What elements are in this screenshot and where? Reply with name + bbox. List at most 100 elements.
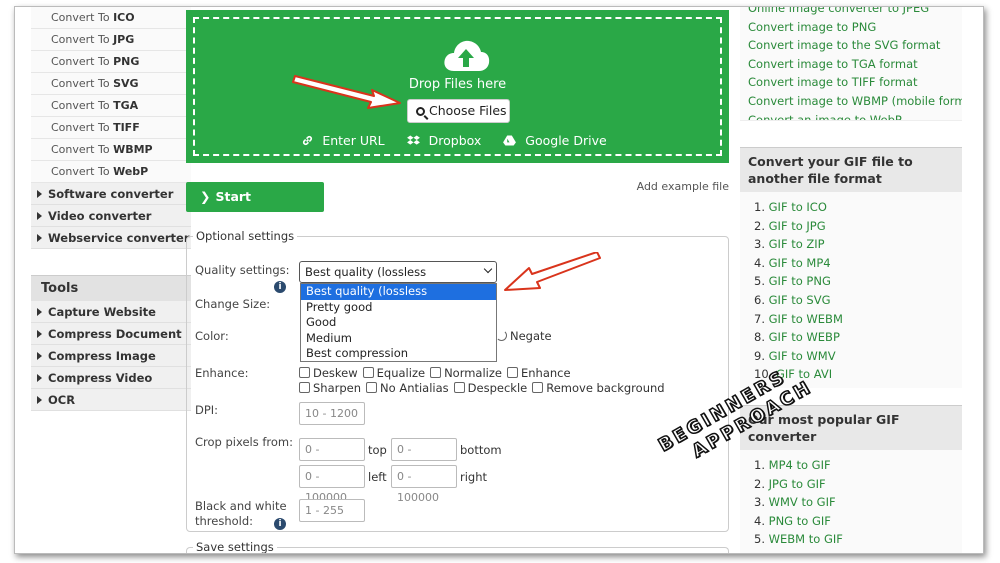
bw-threshold-input[interactable]: 1 - 255 <box>299 499 365 522</box>
add-example-file-link[interactable]: Add example file <box>637 180 729 193</box>
converter-list-item[interactable]: 2. GIF to JPG <box>754 217 954 236</box>
enhance-option[interactable]: Normalize <box>430 366 502 380</box>
converter-list-item[interactable]: 8. GIF to WEBP <box>754 328 954 347</box>
negate-option[interactable]: Negate <box>496 329 552 343</box>
convert-prefix: Convert To <box>51 33 114 46</box>
link-icon <box>303 135 313 146</box>
quality-option[interactable]: Best quality (lossless compression) <box>301 284 496 314</box>
converter-link-label: GIF to JPG <box>768 218 826 233</box>
converter-list-item[interactable]: 3. GIF to ZIP <box>754 235 954 254</box>
sidebar-convert-item[interactable]: Convert To JPG <box>31 29 191 51</box>
sidebar-tool-item[interactable]: Capture Website <box>31 301 191 323</box>
crop-bottom-input[interactable]: 0 - 100000 <box>391 438 457 477</box>
quality-option[interactable]: Medium <box>301 331 496 347</box>
checkbox[interactable] <box>532 382 544 393</box>
enhance-option[interactable]: Equalize <box>362 366 425 380</box>
converter-list-item[interactable]: 2. JPG to GIF <box>754 475 954 494</box>
quality-settings-label: Quality settings: <box>195 263 290 277</box>
converter-list-item[interactable]: 1. GIF to ICO <box>754 198 954 217</box>
sidebar-category-item[interactable]: Software converter <box>31 183 191 205</box>
enter-url-link[interactable]: Enter URL <box>302 133 390 148</box>
converter-link-label: WMV to GIF <box>768 495 836 510</box>
converter-list-item[interactable]: 7. GIF to WEBM <box>754 310 954 329</box>
converter-list-item[interactable]: 4. GIF to MP4 <box>754 254 954 273</box>
convert-format: ICO <box>113 11 135 24</box>
image-converter-link[interactable]: Convert image to TGA format <box>748 55 954 74</box>
enhance-row-1: Deskew Equalize Normalize Enhance <box>299 366 576 380</box>
google-drive-link[interactable]: Google Drive <box>503 133 612 148</box>
image-converter-link[interactable]: Convert image to PNG <box>748 18 954 37</box>
file-drop-zone[interactable]: Drop Files here Choose Files Enter URL D… <box>186 10 729 163</box>
sidebar-convert-item[interactable]: Convert To TIFF <box>31 117 191 139</box>
annotation-arrow-choose-files <box>292 75 401 109</box>
converter-list-item[interactable]: 5. GIF to PNG <box>754 272 954 291</box>
start-conversion-button[interactable]: ❯ Start conversion <box>186 182 324 234</box>
category-label: Webservice converter <box>48 231 190 245</box>
checkbox[interactable] <box>366 382 378 393</box>
choose-files-button[interactable]: Choose Files <box>407 99 510 123</box>
converter-list-item[interactable]: 1. MP4 to GIF <box>754 456 954 475</box>
info-icon[interactable]: i <box>274 518 286 530</box>
quality-option[interactable]: Best compression <box>301 346 496 362</box>
sidebar-tool-item[interactable]: Compress Image <box>31 345 191 367</box>
converter-link-label: GIF to ICO <box>768 200 827 214</box>
convert-prefix: Convert To <box>51 143 114 156</box>
caret-right-icon <box>37 352 42 360</box>
crop-left-input[interactable]: 0 - 100000 <box>299 465 365 504</box>
left-sidebar: Convert To ICO Convert To JPG Convert To P… <box>31 7 191 411</box>
converter-list-item[interactable]: 4. PNG to GIF <box>754 512 954 531</box>
sidebar-convert-item[interactable]: Convert To PNG <box>31 51 191 73</box>
sidebar-tool-item[interactable]: Compress Video <box>31 367 191 389</box>
sidebar-convert-item[interactable]: Convert To TGA <box>31 95 191 117</box>
converter-list-item[interactable]: 3. WMV to GIF <box>754 493 954 512</box>
list-number: 6. <box>754 292 769 307</box>
sidebar-convert-item[interactable]: Convert To WBMP <box>31 139 191 161</box>
image-converter-link[interactable]: Convert image to the SVG format <box>748 36 954 55</box>
convert-format: JPG <box>113 33 135 46</box>
info-icon[interactable]: i <box>274 281 286 293</box>
sidebar-category-item[interactable]: Webservice converter <box>31 227 191 249</box>
list-number: 2. <box>754 476 769 491</box>
list-number: 4. <box>754 255 769 270</box>
image-converter-link[interactable]: Convert an image to WebP <box>748 111 954 120</box>
converter-list-item[interactable]: 5. WEBM to GIF <box>754 530 954 549</box>
enhance-option[interactable]: No Antialias <box>366 381 449 395</box>
checkbox[interactable] <box>299 382 310 393</box>
crop-right-input[interactable]: 0 - 100000 <box>391 465 457 504</box>
checkbox[interactable] <box>362 367 374 378</box>
checkbox[interactable] <box>453 382 465 393</box>
enhance-option[interactable]: Sharpen <box>299 381 361 395</box>
sidebar-category-item[interactable]: Video converter <box>31 205 191 227</box>
converter-list-item[interactable]: 6. AVI to GIF <box>754 549 954 553</box>
dropbox-link[interactable]: Dropbox <box>406 133 488 148</box>
checkbox[interactable] <box>430 367 442 378</box>
enhance-option[interactable]: Enhance <box>506 366 571 380</box>
sidebar-convert-item[interactable]: Convert To ICO <box>31 7 191 29</box>
sidebar-tool-item[interactable]: Compress Document <box>31 323 191 345</box>
sidebar-tool-item[interactable]: OCR <box>31 389 191 411</box>
image-converter-link[interactable]: Convert image to TIFF format <box>748 73 954 92</box>
checkbox[interactable] <box>299 367 310 378</box>
checkbox[interactable] <box>506 367 518 378</box>
converter-link-label: GIF to WEBM <box>768 311 843 326</box>
image-converter-link[interactable]: Online image converter to JPEG <box>748 7 954 18</box>
crop-left-label: left <box>368 470 387 484</box>
enhance-label: Enhance: <box>195 366 249 380</box>
enhance-option[interactable]: Despeckle <box>453 381 527 395</box>
enhance-option[interactable]: Deskew <box>299 366 358 380</box>
quality-select[interactable]: Best quality (lossless compression) <box>299 261 497 299</box>
sidebar-convert-item[interactable]: Convert To SVG <box>31 73 191 95</box>
list-number: 3. <box>754 495 769 510</box>
color-label: Color: <box>195 329 229 343</box>
crop-top-input[interactable]: 0 - 100000 <box>299 438 365 477</box>
sidebar-convert-item[interactable]: Convert To WebP <box>31 161 191 183</box>
dpi-input[interactable]: 10 - 1200 <box>299 402 365 425</box>
enhance-option[interactable]: Remove background <box>532 381 665 395</box>
converter-list-item[interactable]: 6. GIF to SVG <box>754 291 954 310</box>
quality-option[interactable]: Pretty good <box>301 300 496 316</box>
negate-radio[interactable] <box>496 330 507 341</box>
list-number: 4. <box>754 513 769 528</box>
image-converter-link[interactable]: Convert image to WBMP (mobile format) <box>748 92 962 111</box>
enhance-option-label: Normalize <box>444 366 502 380</box>
quality-option[interactable]: Good <box>301 315 496 331</box>
